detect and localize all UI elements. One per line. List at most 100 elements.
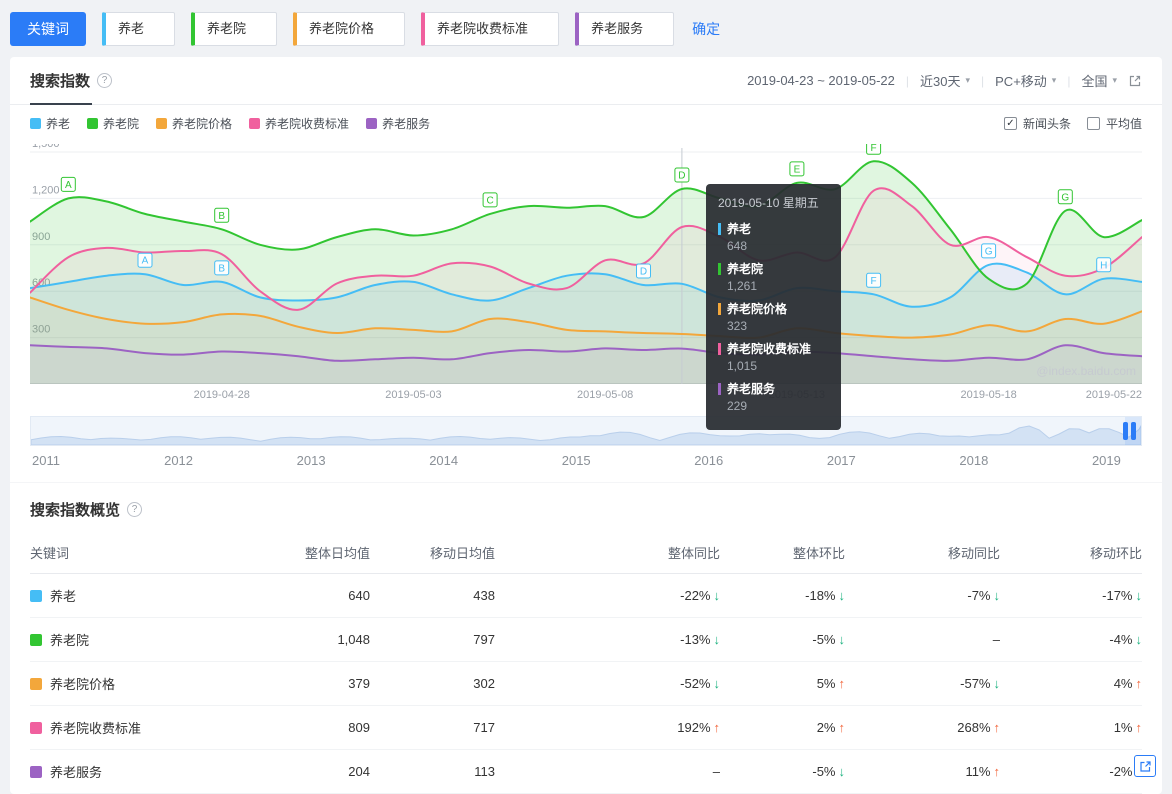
chevron-down-icon: ▾ bbox=[1051, 75, 1057, 85]
year-label: 2016 bbox=[694, 453, 724, 468]
svg-text:G: G bbox=[985, 246, 993, 257]
overview-title-row: 搜索指数概览 ? bbox=[30, 499, 1142, 520]
year-label: 2018 bbox=[959, 453, 989, 468]
svg-text:@index.baidu.com: @index.baidu.com bbox=[1036, 364, 1136, 378]
arrow-down-icon: ↓ bbox=[838, 632, 846, 647]
series-color-bar bbox=[718, 302, 721, 315]
checkbox-label: 新闻头条 bbox=[1022, 117, 1071, 131]
divider: | bbox=[905, 73, 910, 88]
tooltip-items: 养老 648 养老院 1,261 养老院价格 323 养老院收费标准 1,015 养老服务 229 bbox=[718, 220, 829, 413]
arrow-up-icon: ↑ bbox=[993, 720, 1001, 735]
keyword-label: 养老院价格 bbox=[50, 677, 116, 692]
legend-row: 养老 养老院 养老院价格 养老院收费标准 养老服务 ✓ 新闻头条 平均值 bbox=[10, 105, 1162, 136]
legend-swatch-icon bbox=[30, 118, 41, 129]
metric-cell: -18% ↓ bbox=[720, 573, 845, 618]
x-axis-tick: 2019-05-03 bbox=[385, 389, 442, 401]
legend-label: 养老院收费标准 bbox=[265, 117, 350, 131]
keyword-input[interactable]: 养老院收费标准 bbox=[421, 12, 560, 46]
x-axis-tick: 2019-05-22 bbox=[1085, 389, 1142, 401]
trend-chart[interactable]: 1,500 1,200 900 600 300 A B C D E F G A B D F G H @index.b… bbox=[30, 144, 1142, 430]
metric-cell: -22% ↓ bbox=[495, 573, 721, 618]
svg-text:D: D bbox=[640, 267, 647, 278]
brush-handle[interactable] bbox=[1123, 422, 1136, 440]
legend-label: 养老院价格 bbox=[172, 117, 233, 131]
svg-text:G: G bbox=[1061, 192, 1069, 203]
avg-value-cell: 113 bbox=[370, 749, 495, 794]
arrow-down-icon: ↓ bbox=[713, 588, 721, 603]
divider: | bbox=[1067, 73, 1071, 88]
keyword-input[interactable]: 养老 bbox=[102, 12, 176, 46]
svg-text:A: A bbox=[142, 256, 149, 267]
keyword-input[interactable]: 养老服务 bbox=[575, 12, 675, 46]
legend-item[interactable]: 养老院收费标准 bbox=[249, 115, 349, 132]
keyword-toolbar: 关键词 养老 养老院 养老院价格 养老院收费标准 养老服务 确定 bbox=[0, 0, 1172, 57]
device-select[interactable]: PC+移动 ▾ bbox=[995, 71, 1056, 90]
legend-item[interactable]: 养老院价格 bbox=[156, 115, 232, 132]
search-index-panel: 搜索指数 ? 2019-04-23 ~ 2019-05-22 | 近30天 ▾ … bbox=[10, 57, 1162, 794]
region-select[interactable]: 全国 ▾ bbox=[1081, 71, 1117, 90]
keyword-cell[interactable]: 养老院价格 bbox=[30, 674, 115, 693]
year-label: 2015 bbox=[561, 453, 591, 468]
arrow-up-icon: ↑ bbox=[1135, 720, 1143, 735]
series-color-bar bbox=[718, 262, 721, 275]
avg-value-cell: 204 bbox=[265, 749, 370, 794]
period-select-value: 近30天 bbox=[920, 74, 961, 89]
panel-title-wrap: 搜索指数 ? bbox=[30, 70, 113, 91]
keyword-inputs: 养老 养老院 养老院价格 养老院收费标准 养老服务 bbox=[102, 12, 675, 46]
keyword-cell[interactable]: 养老服务 bbox=[30, 762, 102, 781]
avg-value-cell: 379 bbox=[265, 661, 370, 706]
external-link-icon[interactable] bbox=[1128, 74, 1142, 88]
timeline-mini-chart bbox=[31, 425, 1141, 445]
period-select[interactable]: 近30天 ▾ bbox=[920, 71, 970, 90]
date-range: 2019-04-23 ~ 2019-05-22 bbox=[747, 73, 895, 88]
svg-text:H: H bbox=[1100, 260, 1107, 271]
year-label: 2019 bbox=[1091, 453, 1121, 468]
year-label: 2013 bbox=[296, 453, 326, 468]
legend-item[interactable]: 养老院 bbox=[87, 115, 139, 132]
active-tab-indicator bbox=[30, 103, 92, 105]
average-checkbox[interactable]: 平均值 bbox=[1086, 115, 1142, 132]
metric-cell: – bbox=[845, 617, 1000, 662]
metric-cell: -5% ↓ bbox=[720, 617, 846, 662]
keyword-label: 养老院收费标准 bbox=[50, 721, 142, 736]
header-controls: 2019-04-23 ~ 2019-05-22 | 近30天 ▾ | PC+移动… bbox=[747, 71, 1142, 90]
news-headline-checkbox[interactable]: ✓ 新闻头条 bbox=[1003, 115, 1071, 132]
timeline-years: 2011 2012 2013 2014 2015 2016 2017 2018 2019 bbox=[30, 450, 1142, 472]
metric-cell: -4% ↓ bbox=[1000, 617, 1142, 662]
avg-value-cell: 640 bbox=[265, 573, 370, 618]
metric-cell: 192% ↑ bbox=[495, 705, 721, 750]
keyword-cell[interactable]: 养老 bbox=[30, 586, 76, 605]
help-icon[interactable]: ? bbox=[127, 502, 143, 517]
keyword-button[interactable]: 关键词 bbox=[10, 12, 86, 46]
legend-item[interactable]: 养老 bbox=[30, 115, 70, 132]
help-icon[interactable]: ? bbox=[97, 73, 113, 88]
timeline-brush[interactable] bbox=[30, 416, 1142, 446]
legend-item[interactable]: 养老服务 bbox=[366, 115, 430, 132]
share-icon[interactable] bbox=[1134, 755, 1156, 777]
column-header: 整体日均值 bbox=[265, 532, 370, 574]
chevron-down-icon: ▾ bbox=[1112, 75, 1117, 85]
keyword-input[interactable]: 养老院价格 bbox=[293, 12, 406, 46]
arrow-up-icon: ↑ bbox=[713, 720, 721, 735]
chart-legend: 养老 养老院 养老院价格 养老院收费标准 养老服务 bbox=[30, 115, 430, 132]
confirm-link[interactable]: 确定 bbox=[692, 19, 720, 39]
checkbox-checked-icon: ✓ bbox=[1003, 117, 1017, 130]
legend-swatch-icon bbox=[249, 118, 261, 129]
keyword-swatch-icon bbox=[30, 677, 42, 690]
metric-cell: 4% ↑ bbox=[1000, 661, 1143, 706]
svg-text:C: C bbox=[486, 195, 493, 206]
keyword-input[interactable]: 养老院 bbox=[191, 12, 278, 46]
arrow-down-icon: ↓ bbox=[713, 632, 721, 647]
trend-chart-canvas[interactable]: 1,5001,200900600300ABCDEFGAB DFGH@index.b… bbox=[30, 144, 1142, 384]
tooltip-date: 2019-05-10 星期五 bbox=[718, 196, 819, 210]
svg-text:1,500: 1,500 bbox=[32, 144, 60, 150]
arrow-up-icon: ↑ bbox=[1135, 676, 1143, 691]
svg-text:1,200: 1,200 bbox=[32, 184, 60, 196]
avg-value-cell: 809 bbox=[265, 705, 370, 750]
metric-cell: 11% ↑ bbox=[845, 749, 1000, 794]
keyword-cell[interactable]: 养老院收费标准 bbox=[30, 718, 141, 737]
tooltip-item: 养老服务 229 bbox=[718, 380, 829, 413]
keyword-cell[interactable]: 养老院 bbox=[30, 630, 89, 649]
metric-cell: 268% ↑ bbox=[845, 705, 1001, 750]
avg-value-cell: 1,048 bbox=[265, 617, 370, 662]
